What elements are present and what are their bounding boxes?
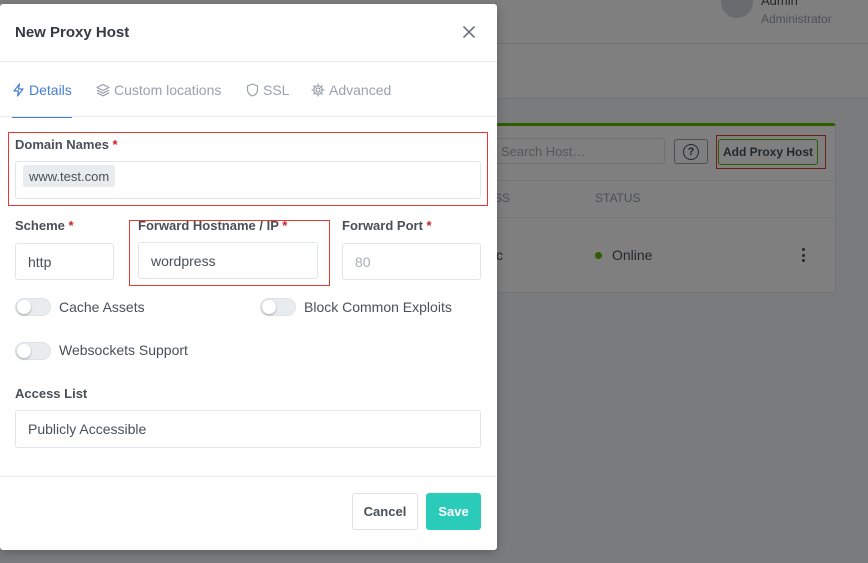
close-button[interactable] xyxy=(458,21,480,43)
domain-tag[interactable]: www.test.com xyxy=(23,165,116,187)
layers-icon xyxy=(96,83,110,96)
bolt-icon xyxy=(13,82,24,97)
modal-header: New Proxy Host xyxy=(0,4,497,62)
modal-title: New Proxy Host xyxy=(15,24,130,41)
forward-hostname-input[interactable] xyxy=(138,242,318,279)
modal-tabs: Details Custom locations SSL Advanced xyxy=(0,62,497,118)
block-exploits-toggle[interactable] xyxy=(260,298,296,316)
tab-ssl-label: SSL xyxy=(263,81,290,98)
tab-ssl[interactable]: SSL xyxy=(246,62,289,117)
shield-icon xyxy=(246,82,259,97)
cache-assets-toggle[interactable] xyxy=(15,298,51,316)
scheme-label: Scheme * xyxy=(15,218,74,233)
tab-custom-locations[interactable]: Custom locations xyxy=(96,62,221,117)
block-exploits-label: Block Common Exploits xyxy=(304,299,452,315)
tab-custom-locations-label: Custom locations xyxy=(114,81,222,98)
scheme-select[interactable] xyxy=(15,243,114,280)
access-list-label: Access List xyxy=(15,386,88,401)
access-list-select[interactable]: Publicly Accessible xyxy=(15,410,481,448)
cache-assets-label: Cache Assets xyxy=(59,299,145,315)
modal-footer xyxy=(0,476,497,546)
forward-port-input[interactable] xyxy=(342,243,481,280)
forward-hostname-label: Forward Hostname / IP * xyxy=(138,218,288,233)
close-icon xyxy=(463,26,475,38)
tab-advanced[interactable]: Advanced xyxy=(311,62,391,117)
save-button[interactable]: Save xyxy=(426,493,481,530)
tab-advanced-label: Advanced xyxy=(329,81,392,98)
forward-port-label: Forward Port * xyxy=(342,218,432,233)
gear-icon xyxy=(311,82,325,97)
domain-names-label: Domain Names * xyxy=(15,137,118,152)
tab-details-label: Details xyxy=(29,81,72,98)
websockets-label: Websockets Support xyxy=(59,342,188,358)
tab-details[interactable]: Details xyxy=(12,62,72,118)
websockets-toggle[interactable] xyxy=(15,342,51,360)
cancel-button[interactable]: Cancel xyxy=(352,493,418,530)
